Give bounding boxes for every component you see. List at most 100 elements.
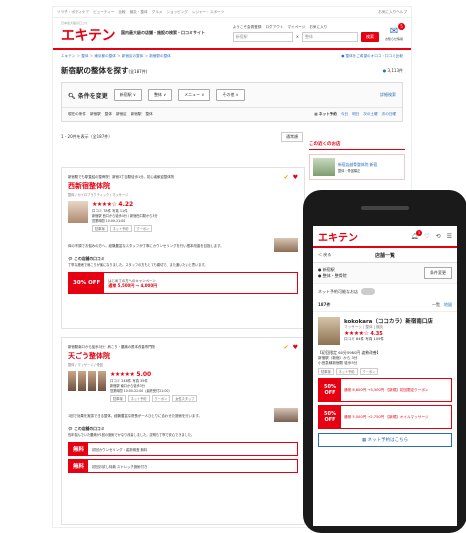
topbar-link[interactable]: ショッピング — [166, 10, 188, 15]
review-snippet[interactable]: 丁寧な施術で肩こりが楽になりました。スタッフの方もとても親切で、また通いたいと思… — [68, 262, 298, 267]
topbar-link[interactable]: ビューティー — [93, 10, 114, 15]
map-view-tab[interactable]: 地図 — [444, 302, 452, 308]
feature-tag: クーポン — [359, 368, 379, 375]
login-link[interactable]: ようこそ会員登録 — [233, 25, 262, 30]
area-input[interactable]: 新宿駅 — [232, 31, 293, 42]
history-icon[interactable]: ⟲ — [436, 233, 441, 240]
filter-dropdown-genre[interactable]: 整体 ∨ — [147, 89, 173, 101]
reserve-day-link[interactable]: 明日 — [352, 112, 359, 117]
search-icon: 🔍︎ — [68, 92, 76, 100]
notification-button[interactable]: ✉ 5 お知らせ情報 — [385, 22, 405, 41]
login-link[interactable]: ログアウト — [265, 25, 283, 30]
sort-select[interactable]: 通常順 — [281, 132, 303, 142]
coupon-banner[interactable]: 無料 初回カウンセリング・姿勢検査 無料 — [68, 442, 298, 456]
breadcrumb[interactable]: エキテン ＞ 整体 ＞ 東京都の整体 ＞ 新宿区の整体 ＞ 新宿駅の整体 — [53, 50, 179, 63]
shop-name-link[interactable]: 西新宿整体院 — [62, 180, 304, 192]
heart-icon[interactable]: ♡ — [424, 233, 429, 240]
topbar-link[interactable]: 比較 — [118, 10, 125, 15]
filter-title: 🔍︎ 条件を変更 — [68, 92, 108, 100]
coupon-title: はじめての方へのキャンペーン — [108, 278, 156, 283]
coupon-banner[interactable]: 30% OFF はじめての方へのキャンペーン 通常 5,500円 → 4,000… — [68, 272, 298, 294]
topbar-link[interactable]: 鍼灸・整体 — [130, 10, 148, 15]
nearby-shop-name[interactable]: 新宿店越骨整体院 新宿 — [338, 162, 377, 168]
condition-chip[interactable]: 整体 — [105, 112, 112, 117]
smartphone-mockup: エキテン 🔔︎ 5 ♡ ⟲ ☰ ＜ 戻る 店舗一覧 ● 新宿駅 ● 整体・整骨院 … — [303, 190, 466, 533]
shop-photos[interactable] — [68, 371, 106, 391]
condition-chip[interactable]: 新宿駅 — [90, 112, 101, 117]
card-actions: ✔ ♥ — [284, 344, 298, 351]
login-link[interactable]: マイページ — [287, 25, 305, 30]
topbar-link[interactable]: グルメ — [152, 10, 163, 15]
change-conditions-button[interactable]: 条件変更 — [424, 267, 452, 279]
coupon-label: 30% OFF — [69, 273, 105, 293]
condition-chip[interactable]: 新宿駅 — [131, 112, 142, 117]
description-photo[interactable] — [274, 238, 298, 252]
coupon-banner[interactable]: 無料 初回お試し特典 ストレッチ施術付き — [68, 459, 298, 473]
heart-icon[interactable]: ♥ — [293, 344, 298, 351]
phone-reserve-button[interactable]: ▦ ネット予約はこちら — [318, 433, 452, 447]
condition-genre: ● 整体・整骨院 — [318, 273, 347, 278]
phone-result-count: 187件 — [318, 302, 331, 307]
site-logo[interactable]: エキテン — [61, 25, 116, 45]
net-reserve-label: ▦ ネット予約 — [314, 112, 337, 116]
feature-tag: ネット予約 — [109, 225, 132, 232]
card-actions: ✔ ♥ — [284, 174, 298, 181]
bell-icon[interactable]: 🔔︎ 5 — [411, 229, 423, 240]
reserve-day-link[interactable]: 次の日曜 — [382, 112, 396, 117]
nearby-shop-item[interactable]: 新宿店越骨整体院 新宿 整体・骨盤矯正 — [309, 154, 405, 180]
check-icon[interactable]: ✔ — [284, 174, 289, 181]
menu-icon[interactable]: ☰ — [447, 233, 452, 240]
reserve-day-link[interactable]: 今日 — [341, 112, 348, 117]
shop-catch: 新宿駅でも駅直結の整骨院！新宿3丁目駅徒歩1分。初心者歓迎整体院 — [68, 175, 175, 179]
topbar-link[interactable]: レジャー・スポーツ — [192, 10, 224, 15]
phone-coupon[interactable]: 50% OFF 通常 6,600円 →3,300円 【新規】初回限定クーポン — [318, 378, 452, 402]
description-photo[interactable] — [274, 408, 298, 422]
phone-logo[interactable]: エキテン — [318, 229, 358, 244]
phone-rating-stars: ★★★★☆ — [344, 330, 369, 337]
topbar-right[interactable]: お気に入りヘルプ — [378, 10, 407, 15]
filter-dropdown-area[interactable]: 新宿駅 ∨ — [113, 89, 142, 101]
condition-chip[interactable]: 新宿区 — [116, 112, 127, 117]
phone-shop-item[interactable]: kokokara（ココカラ）新宿南口店 マッサージ | 整体 | 鍼灸 ★★★★… — [313, 312, 457, 350]
detail-search-link[interactable]: 詳細検索 — [380, 92, 396, 98]
filter-dropdown-menu[interactable]: メニュー ∨ — [178, 89, 211, 101]
rating-stars: ★★★★☆ — [92, 201, 117, 208]
filter-panel: 🔍︎ 条件を変更 新宿駅 ∨ 整体 ∨ メニュー ∨ その他 ∨ 詳細検索 現在… — [61, 82, 403, 122]
shop-catch: 新宿駅南口から徒歩3分！肩こり・腰痛の根本改善専門院 — [68, 345, 155, 349]
list-view-tab[interactable]: 一覧 — [432, 302, 440, 308]
check-icon[interactable]: ✔ — [284, 344, 289, 351]
phone-shop-photo[interactable] — [318, 317, 340, 345]
heart-icon[interactable]: ♥ — [293, 174, 298, 181]
list-count: 1 - 20件を表示（全187件） — [61, 134, 113, 139]
shop-card: 新宿駅でも駅直結の整骨院！新宿3丁目駅徒歩1分。初心者歓迎整体院 西新宿整体院 … — [61, 167, 305, 329]
page-title-count: (全187件) — [128, 69, 148, 74]
shop-thumbnail — [313, 158, 335, 176]
reserve-day-link[interactable]: 次の土曜 — [363, 112, 377, 117]
keyword-input[interactable]: 整体 — [302, 31, 359, 42]
coupon-label: 無料 — [69, 443, 89, 455]
shop-name-link[interactable]: 天ごう整体院 — [62, 350, 304, 362]
coupon-text: 初回カウンセリング・姿勢検査 無料 — [92, 447, 148, 452]
topbar-link[interactable]: ソラ子・ボディケア — [57, 10, 89, 15]
breadcrumb-right-link[interactable]: ● 整体をご希望のオロコ・口コミ比較 — [333, 50, 411, 63]
shop-photos[interactable] — [68, 201, 88, 223]
logo-block[interactable]: 日本最大級の口コミ エキテン — [61, 21, 116, 45]
phone-coupon[interactable]: 50% OFF 通常 5,500円 →2,750円 【新規】オイルマッサージ — [318, 405, 452, 429]
phone-speaker — [361, 206, 409, 210]
filter-dropdown-other[interactable]: その他 ∨ — [216, 89, 245, 101]
shop-description: 1回で効果を実感できる整体。経験豊富な院長が一人ひとりに合わせた施術を行います。 — [68, 413, 202, 418]
search-button[interactable]: 検索 — [361, 31, 380, 42]
result-count: ● 3,113件 — [382, 67, 403, 73]
condition-chip[interactable]: 整体 — [146, 112, 153, 117]
net-reserve-toggle[interactable] — [361, 288, 375, 295]
phone-coupon-label: 50% OFF — [319, 379, 341, 401]
top-link-bar: ソラ子・ボディケア ビューティー 比較 鍼灸・整体 グルメ ショッピング レジャ… — [53, 7, 411, 18]
tag-icon: ● — [318, 273, 322, 278]
net-reserve-label: ネット予約可能なお店 — [318, 288, 358, 294]
review-snippet[interactable]: 長年悩んでいた腰痛が1回の施術でかなり改善しました。説明も丁寧で安心できました。 — [68, 432, 298, 437]
nearby-shop-sub: 整体・骨盤矯正 — [338, 168, 361, 173]
feature-tag: 駐車場 — [318, 368, 334, 375]
login-link[interactable]: お気に入り — [309, 25, 327, 30]
feature-tag: ネット予約 — [127, 395, 150, 402]
phone-shop-name[interactable]: kokokara（ココカラ）新宿南口店 — [344, 317, 452, 325]
